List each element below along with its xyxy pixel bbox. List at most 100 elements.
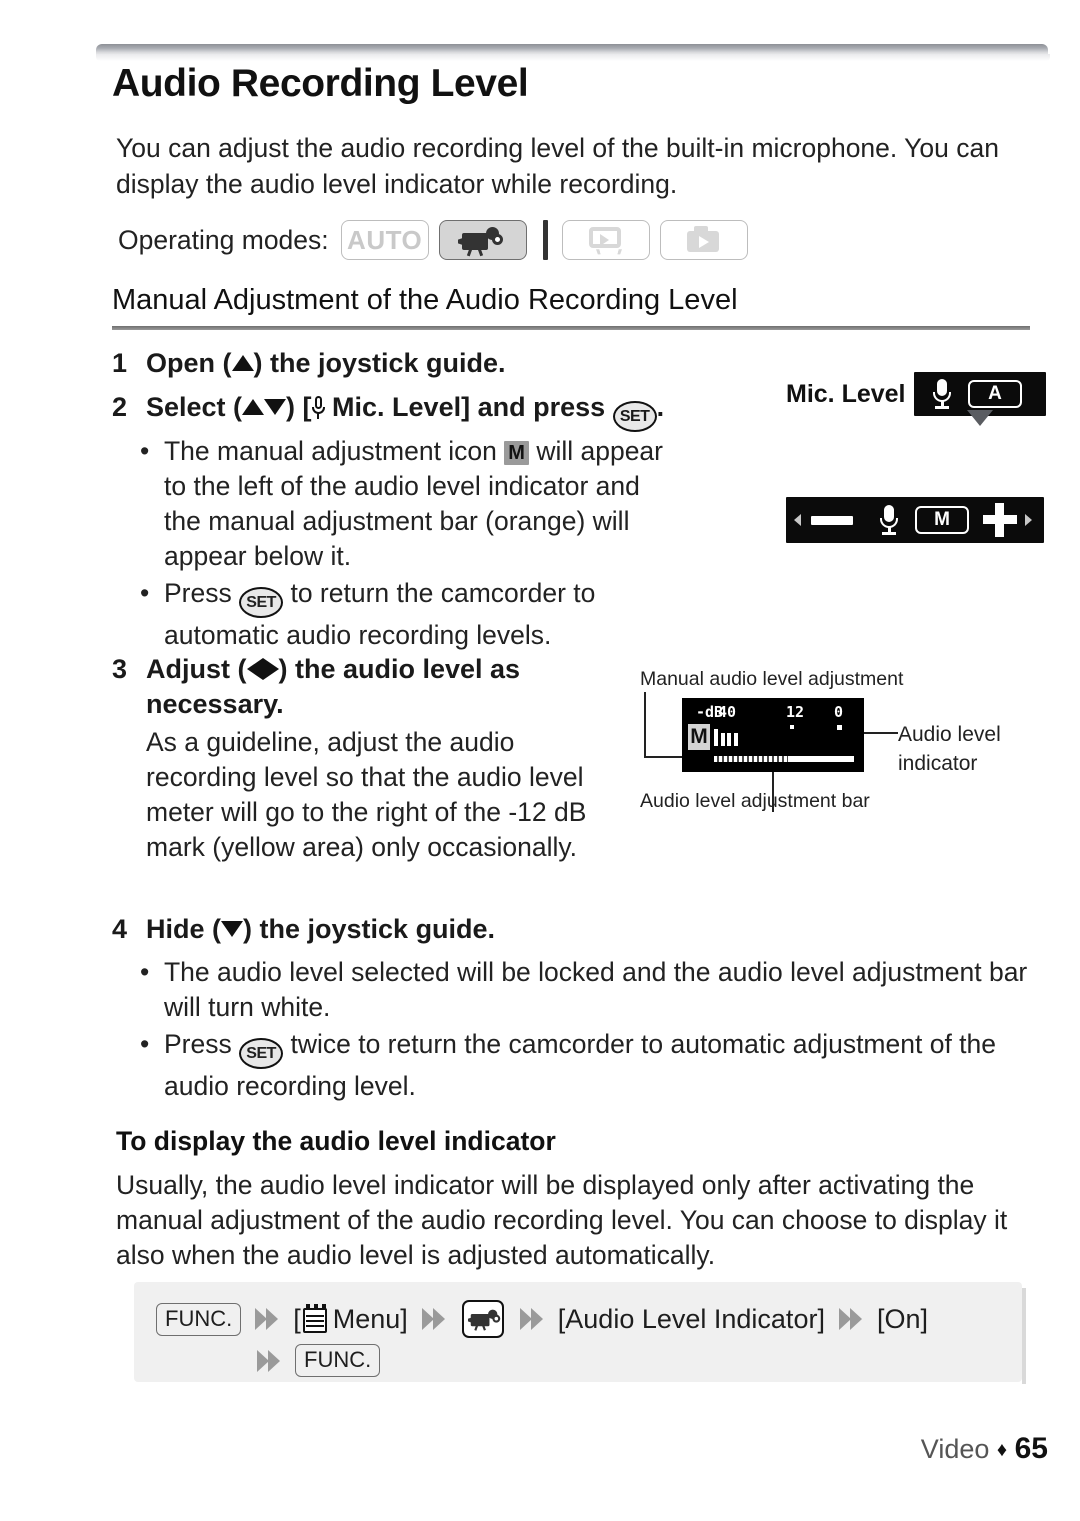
step-4-text: Hide () the joystick guide.: [146, 914, 496, 944]
mode-chip-camera[interactable]: [438, 220, 527, 260]
audio-level-bars: [714, 729, 738, 746]
step-2-number: 2: [112, 392, 128, 422]
movie-playback-icon: [585, 225, 627, 255]
caption-audio-level-indicator: Audio level indicator: [898, 720, 1001, 778]
footer-separator: ♦: [996, 1439, 1008, 1461]
camcorder-icon: [457, 226, 506, 257]
joystick-left-arrow-icon: [246, 658, 263, 680]
func-button-exit[interactable]: FUNC.: [295, 1344, 381, 1377]
menu-list-icon: [302, 1304, 329, 1334]
mode-divider: [542, 220, 548, 260]
db-scale: -dB 40 12 0: [682, 698, 864, 724]
scale-tick-12: [790, 725, 794, 729]
dotted-down-arrow-icon: [960, 410, 1000, 444]
minus-icon[interactable]: [811, 515, 853, 525]
manual-page: Audio Recording Level You can adjust the…: [0, 0, 1080, 1521]
left-cursor-icon: [794, 514, 801, 526]
step-4-number: 4: [112, 914, 128, 944]
mode-chip-playback-movie[interactable]: [561, 220, 650, 260]
step-2-text: Select () [ Mic. Level] and press SET.: [146, 390, 664, 432]
leader-line-vertical-left: [644, 692, 646, 758]
caption-right-line2: indicator: [898, 752, 978, 775]
set-button-icon[interactable]: SET: [239, 1038, 284, 1069]
caption-manual-adjustment: Manual audio level adjustment: [640, 668, 904, 690]
step-3-paragraph: As a guideline, adjust the audio recordi…: [146, 727, 587, 862]
set-button-icon[interactable]: SET: [612, 401, 657, 432]
menu-setting-value[interactable]: [On]: [877, 1304, 928, 1335]
camcorder-icon: [467, 1309, 501, 1331]
bullet-dot: •: [140, 436, 150, 466]
section-heading: Manual Adjustment of the Audio Recording…: [112, 284, 738, 316]
manual-badge: M: [915, 506, 969, 534]
operating-modes-row: Operating modes: AUTO: [118, 220, 758, 260]
step-4-bullet-1-text: The audio level selected will be locked …: [164, 957, 1028, 1022]
chevron-right-icon: [254, 1346, 284, 1376]
step-2-bullet-1: • The manual adjustment icon M will appe…: [140, 434, 680, 574]
scale-0: 0: [834, 703, 844, 721]
menu-setting-name[interactable]: [Audio Level Indicator]: [558, 1304, 825, 1335]
caption-right-line1: Audio level: [898, 723, 1001, 746]
page-footer: Video ♦ 65: [921, 1432, 1048, 1466]
joystick-down-arrow-icon: [264, 399, 287, 415]
menu-path-row-1: FUNC. [ Menu] [Audio Level Indicator] [O…: [156, 1300, 928, 1338]
step-3: 3 Adjust () the audio level as necessary…: [112, 652, 592, 722]
step-2: 2 Select () [ Mic. Level] and press SET.: [112, 390, 752, 432]
joystick-right-arrow-icon: [262, 658, 279, 680]
page-title: Audio Recording Level: [112, 62, 529, 105]
display-section-heading: To display the audio level indicator: [116, 1126, 556, 1156]
step-4-bullets: • The audio level selected will be locke…: [140, 955, 1030, 1104]
photo-playback-icon: [685, 226, 723, 254]
step-3-number: 3: [112, 654, 128, 684]
plus-icon[interactable]: [983, 503, 1017, 537]
step-2-bullets: • The manual adjustment icon M will appe…: [140, 434, 680, 653]
mic-level-manual-panel: M: [786, 497, 1044, 543]
section-heading-rule: [112, 326, 1030, 330]
display-section-body: Usually, the audio level indicator will …: [116, 1170, 1008, 1270]
menu-bracket-open: [: [293, 1303, 301, 1334]
chevron-right-icon: [252, 1304, 282, 1334]
step-1-text: Open () the joystick guide.: [146, 348, 506, 378]
adjustment-bar-filled: [714, 756, 788, 762]
joystick-down-arrow-icon: [221, 921, 244, 937]
step-1: 1 Open () the joystick guide.: [112, 346, 712, 381]
intro-paragraph: You can adjust the audio recording level…: [116, 133, 999, 199]
menu-path-box: FUNC. [ Menu] [Audio Level Indicator] [O…: [134, 1282, 1026, 1384]
audio-level-adjustment-bar[interactable]: [714, 756, 854, 762]
func-button[interactable]: FUNC.: [156, 1302, 242, 1336]
joystick-up-arrow-icon: [231, 355, 254, 371]
mode-chip-auto[interactable]: AUTO: [340, 220, 429, 260]
step-4: 4 Hide () the joystick guide.: [112, 912, 712, 947]
microphone-icon: [932, 379, 952, 409]
footer-section: Video: [920, 1434, 990, 1464]
mic-level-label: Mic. Level: [786, 380, 906, 408]
chevron-right-icon: [836, 1304, 866, 1334]
caption-adjustment-bar: Audio level adjustment bar: [640, 790, 870, 812]
scale-12: 12: [786, 703, 805, 721]
scale-40: 40: [718, 703, 737, 721]
microphone-icon: [311, 396, 325, 420]
microphone-icon: [879, 505, 899, 535]
leader-line-horizontal-left: [644, 756, 686, 758]
menu-path-row-2: FUNC.: [254, 1344, 381, 1377]
manual-indicator-badge: M: [688, 724, 710, 750]
audio-level-screen: -dB 40 12 0 M: [682, 698, 864, 772]
scale-tick-0: [837, 725, 842, 730]
camera-settings-icon[interactable]: [461, 1300, 504, 1338]
operating-modes-label: Operating modes:: [118, 224, 329, 255]
footer-page-number: 65: [1014, 1432, 1048, 1465]
bullet-dot: •: [140, 957, 150, 987]
chevron-right-icon: [517, 1304, 547, 1334]
manual-icon: M: [504, 441, 529, 465]
step-4-bullet-1: • The audio level selected will be locke…: [140, 955, 1030, 1025]
leader-line-right: [864, 732, 898, 734]
mode-chip-auto-label: AUTO: [347, 224, 423, 255]
step-1-number: 1: [112, 348, 128, 378]
chevron-right-icon: [419, 1304, 449, 1334]
mode-chip-playback-photo[interactable]: [659, 220, 748, 260]
step-3-text: Adjust () the audio level as necessary.: [146, 654, 521, 719]
auto-badge: A: [968, 380, 1022, 408]
right-cursor-icon: [1025, 514, 1032, 526]
page-top-rule: [96, 44, 1050, 61]
set-button-icon[interactable]: SET: [239, 587, 284, 618]
menu-label-text[interactable]: Menu]: [333, 1304, 408, 1335]
